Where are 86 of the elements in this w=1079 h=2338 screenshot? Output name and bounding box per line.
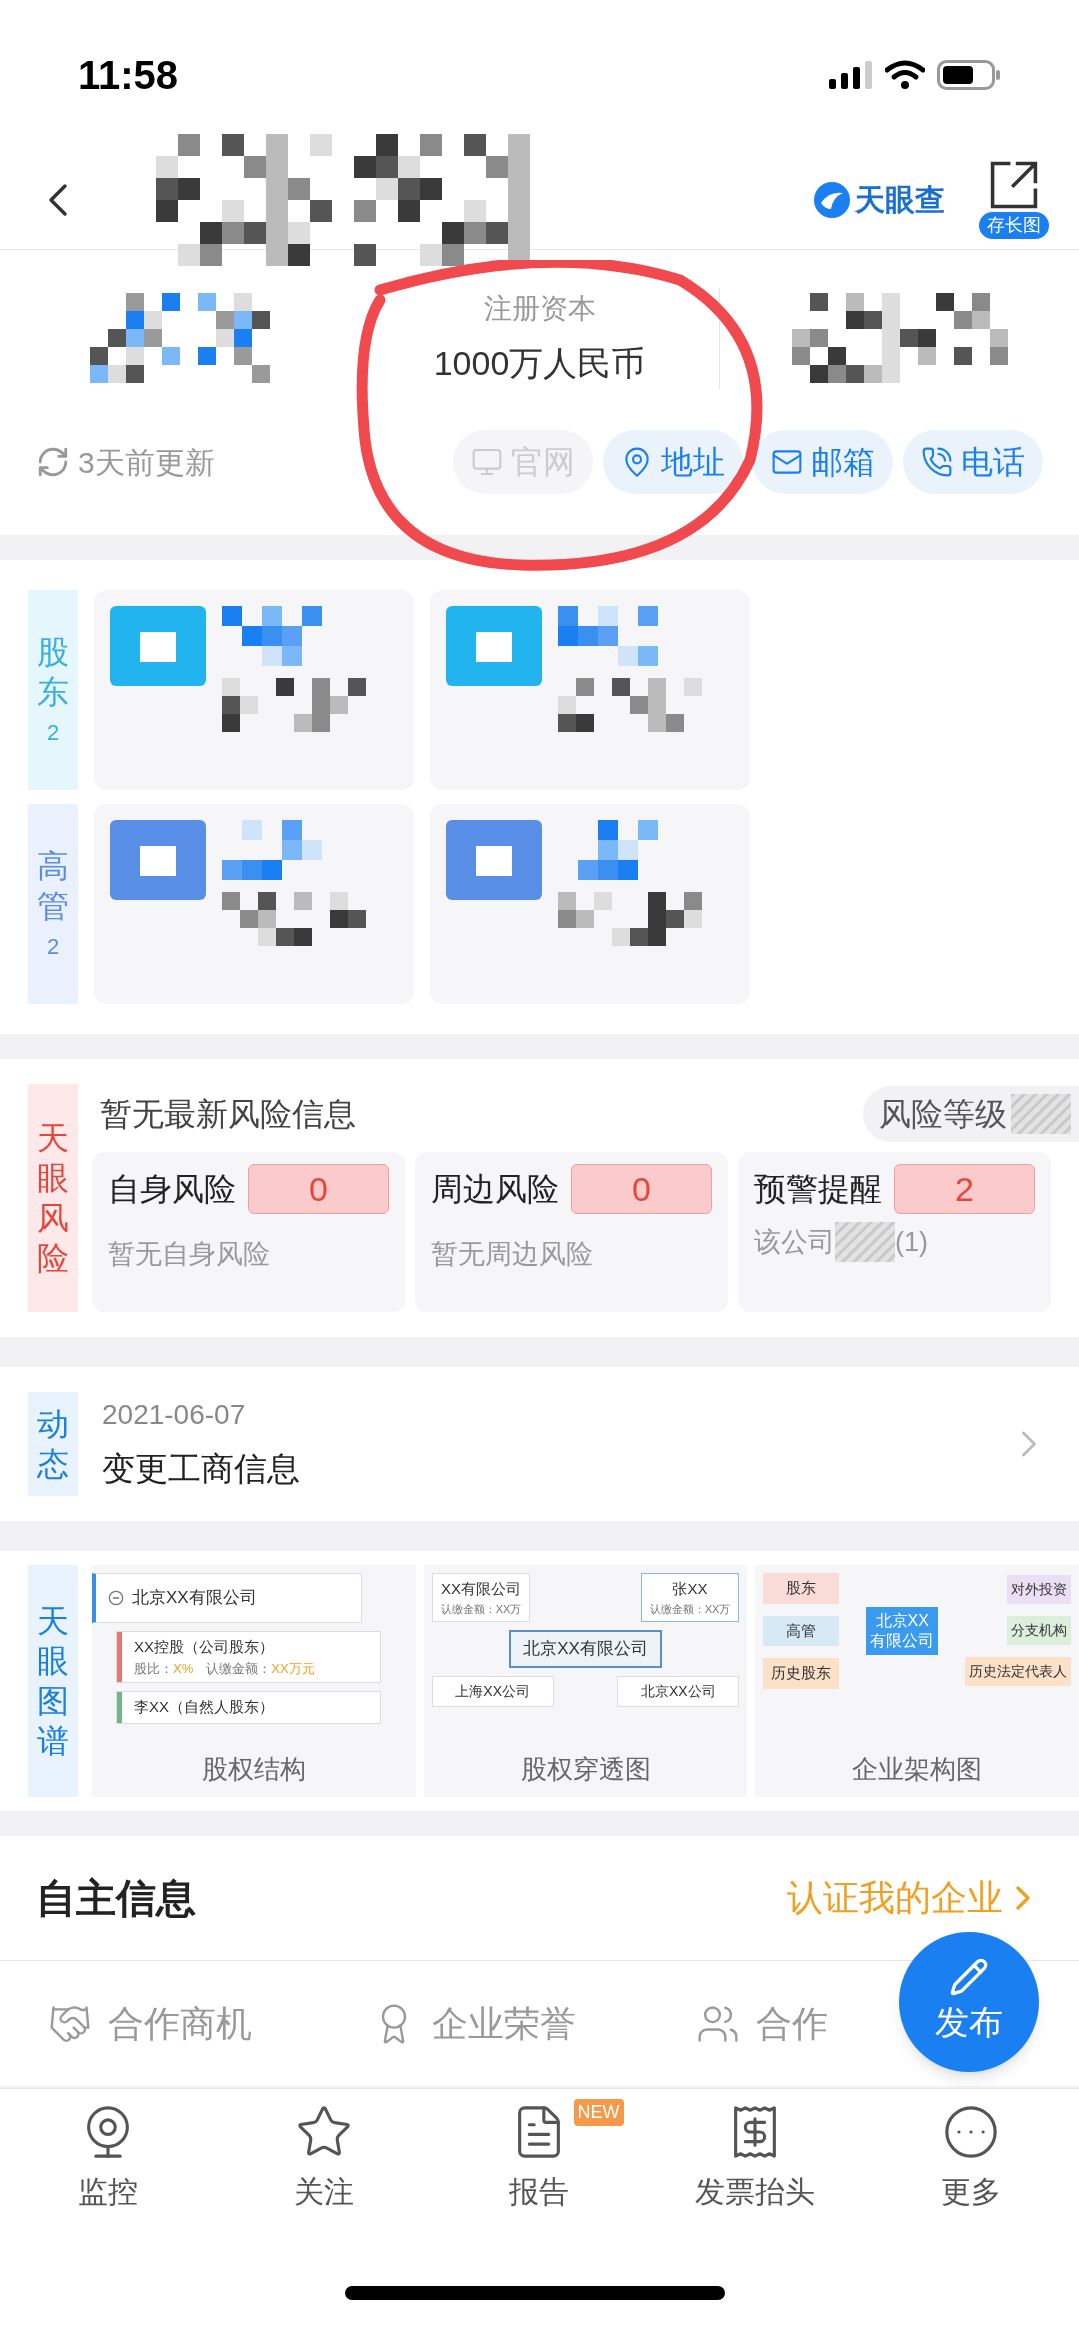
- graph-tag: 高管: [763, 1615, 840, 1646]
- risk-note-count: (1): [895, 1226, 928, 1259]
- masked-value: [1011, 1094, 1071, 1134]
- contact-button[interactable]: 地址: [603, 430, 743, 494]
- collapse-icon: [108, 1590, 124, 1606]
- risk-summary: 暂无最新风险信息: [100, 1095, 356, 1134]
- avatar-icon: [446, 820, 542, 900]
- node-detail: 认缴金额：XX万: [649, 1601, 731, 1617]
- tab-bar-item[interactable]: 更多: [941, 2103, 1002, 2239]
- person-card[interactable]: [94, 804, 414, 1004]
- risk-card[interactable]: 预警提醒 2 该公司 (1): [738, 1152, 1051, 1312]
- risk-count: 2: [894, 1164, 1035, 1214]
- monitor-icon: [471, 446, 503, 478]
- node-label: XX有限公司: [440, 1579, 522, 1599]
- phone-icon: [921, 446, 953, 478]
- graph-tag: 对外投资: [1007, 1575, 1071, 1605]
- refresh-icon: [36, 445, 70, 479]
- risk-note: 暂无周边风险: [431, 1238, 594, 1271]
- avatar-icon: [110, 820, 206, 900]
- graph-node: 上海XX公司: [431, 1675, 554, 1707]
- section-label: 天眼风险: [37, 1119, 69, 1278]
- person-card[interactable]: [94, 590, 414, 790]
- new-badge: NEW: [573, 2099, 624, 2126]
- node-label: 北京XX有限公司: [132, 1587, 257, 1610]
- risk-title: 自身风险: [108, 1170, 236, 1209]
- status-time: 11:58: [78, 52, 179, 99]
- graph-caption: 股权结构: [200, 1753, 307, 1786]
- graph-node: 北京XX公司: [617, 1675, 740, 1707]
- logo-icon: [813, 180, 851, 219]
- node-label: XX控股（公司股东）: [134, 1637, 275, 1657]
- person-card[interactable]: [430, 804, 750, 1004]
- graph-node: 北京XX有限公司: [509, 1630, 662, 1668]
- graph-node: 北京XX 有限公司: [866, 1606, 939, 1655]
- section-label: 天眼图谱: [37, 1602, 69, 1761]
- risk-note: 该公司: [754, 1226, 835, 1259]
- share-icon[interactable]: [989, 160, 1039, 210]
- risk-count: 0: [248, 1164, 389, 1214]
- risk-card[interactable]: 周边风险 0 暂无周边风险: [415, 1152, 728, 1312]
- risk-title: 预警提醒: [754, 1170, 882, 1209]
- news-date: 2021-06-07: [102, 1398, 247, 1433]
- news-title: 变更工商信息: [102, 1449, 301, 1490]
- avatar-icon: [110, 606, 206, 686]
- capital-label: 注册资本: [483, 291, 596, 326]
- tab-bar-item[interactable]: 发票抬头: [695, 2103, 816, 2239]
- risk-count: 0: [571, 1164, 712, 1214]
- logo-text: 天眼查: [855, 182, 945, 218]
- section-count: 2: [46, 718, 60, 747]
- tab-bar-item[interactable]: 报告: [509, 2103, 570, 2239]
- person-card[interactable]: [430, 590, 750, 790]
- risk-title: 周边风险: [431, 1170, 559, 1209]
- section-label: 动态: [37, 1405, 69, 1484]
- graph-card[interactable]: XX有限公司 认缴金额：XX万 张XX 认缴金额：XX万 北京XX有限公司 上海XX公司 北京XX公司 股权穿透图: [423, 1565, 748, 1797]
- wifi-icon: [885, 60, 925, 90]
- node-detail: 认缴金额：XX万: [440, 1601, 522, 1617]
- risk-level-chip[interactable]: 风险等级: [863, 1086, 1079, 1142]
- capital-value: 1000万人民币: [433, 342, 646, 384]
- graph-card[interactable]: 北京XX有限公司 XX控股（公司股东） 股比：X% 认缴金额：XX万元 李XX（自然人股东） 股权结构: [92, 1565, 416, 1797]
- graph-tag: 股东: [763, 1573, 840, 1604]
- avatar-icon: [446, 606, 542, 686]
- signal-icon: [829, 61, 873, 89]
- node-detail: 股比：X% 认缴金额：XX万元: [134, 1659, 315, 1678]
- contact-button[interactable]: 电话: [903, 430, 1043, 494]
- risk-card[interactable]: 自身风险 0 暂无自身风险: [92, 1152, 405, 1312]
- publish-button[interactable]: 发布: [899, 1932, 1039, 2072]
- masked-value: [835, 1222, 895, 1263]
- graph-caption: 股权穿透图: [519, 1753, 652, 1786]
- section-count: 2: [46, 932, 60, 961]
- save-image-button[interactable]: 存长图: [979, 212, 1049, 239]
- tab-bar-item[interactable]: 关注: [293, 2103, 354, 2239]
- node-label: 张XX: [671, 1579, 709, 1599]
- update-time: 3天前更新: [78, 444, 215, 481]
- node-label: 李XX（自然人股东）: [134, 1697, 274, 1717]
- section-title: 自主信息: [36, 1875, 196, 1922]
- risk-note: 暂无自身风险: [108, 1238, 271, 1271]
- graph-tag: 分支机构: [1007, 1616, 1071, 1646]
- graph-caption: 企业架构图: [851, 1753, 984, 1786]
- graph-tag: 历史法定代表人: [965, 1657, 1071, 1687]
- graph-card[interactable]: 股东 高管 历史股东 北京XX 有限公司 对外投资 分支机构 历史法定代表人 企业架构图: [755, 1565, 1079, 1797]
- battery-icon: [937, 60, 1001, 90]
- graph-tag: 历史股东: [763, 1658, 840, 1689]
- tab-bar-item[interactable]: 监控: [77, 2103, 138, 2239]
- section-label: 股东: [37, 632, 69, 712]
- news-row[interactable]: 动态 2021-06-07 变更工商信息: [0, 1367, 1079, 1521]
- contact-button[interactable]: 邮箱: [753, 430, 893, 494]
- section-label: 高管: [37, 846, 69, 926]
- pencil-icon: [949, 1956, 989, 1997]
